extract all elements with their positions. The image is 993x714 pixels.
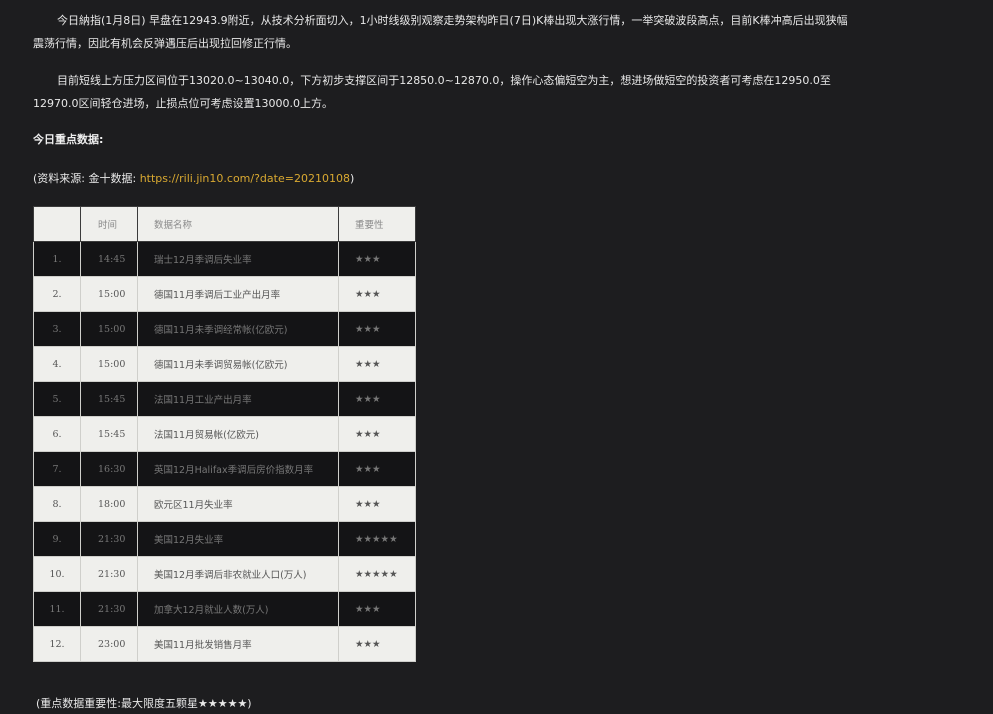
- row-time: 23:00: [80, 626, 138, 662]
- header-importance: 重要性: [338, 206, 416, 242]
- row-number: 9.: [33, 521, 81, 557]
- table-row: 11. 21:30 加拿大12月就业人数(万人) ★★★: [33, 591, 416, 627]
- row-time: 15:00: [80, 311, 138, 347]
- row-data-name: 德国11月季调后工业产出月率: [137, 276, 339, 312]
- analysis-paragraph-1: 今日納指(1月8日) 早盘在12943.9附近，从技术分析面切入，1小时线级别观…: [33, 9, 853, 55]
- row-importance-stars: ★★★: [338, 241, 416, 277]
- row-data-name: 欧元区11月失业率: [137, 486, 339, 522]
- row-data-name: 美国12月季调后非农就业人口(万人): [137, 556, 339, 592]
- paragraph-2-text: 目前短线上方压力区间位于13020.0~13040.0，下方初步支撑区间于128…: [33, 74, 831, 110]
- row-number: 10.: [33, 556, 81, 592]
- row-data-name: 瑞士12月季调后失业率: [137, 241, 339, 277]
- row-importance-stars: ★★★: [338, 381, 416, 417]
- table-row: 12. 23:00 美国11月批发销售月率 ★★★: [33, 626, 416, 662]
- table-row: 5. 15:45 法国11月工业产出月率 ★★★: [33, 381, 416, 417]
- header-number: [33, 206, 81, 242]
- row-importance-stars: ★★★: [338, 591, 416, 627]
- row-time: 21:30: [80, 556, 138, 592]
- header-time: 时间: [80, 206, 138, 242]
- paragraph-1-text: 今日納指(1月8日) 早盘在12943.9附近，从技术分析面切入，1小时线级别观…: [33, 14, 848, 50]
- key-data-table: 时间 数据名称 重要性 1. 14:45 瑞士12月季调后失业率 ★★★ 2. …: [33, 206, 416, 662]
- source-suffix: ): [349, 172, 355, 185]
- row-data-name: 美国12月失业率: [137, 521, 339, 557]
- row-importance-stars: ★★★: [338, 626, 416, 662]
- key-data-heading: 今日重点数据:: [33, 133, 104, 146]
- row-data-name: 德国11月未季调贸易帐(亿欧元): [137, 346, 339, 382]
- table-row: 1. 14:45 瑞士12月季调后失业率 ★★★: [33, 241, 416, 277]
- row-importance-stars: ★★★: [338, 346, 416, 382]
- row-importance-stars: ★★★: [338, 416, 416, 452]
- table-row: 2. 15:00 德国11月季调后工业产出月率 ★★★: [33, 276, 416, 312]
- row-number: 6.: [33, 416, 81, 452]
- row-importance-stars: ★★★: [338, 486, 416, 522]
- row-importance-stars: ★★★: [338, 451, 416, 487]
- data-source-line: (资料来源: 金十数据: https://rili.jin10.com/?dat…: [33, 170, 354, 186]
- row-time: 21:30: [80, 521, 138, 557]
- row-time: 15:45: [80, 381, 138, 417]
- row-time: 16:30: [80, 451, 138, 487]
- table-header-row: 时间 数据名称 重要性: [33, 206, 416, 242]
- importance-footnote: (重点数据重要性:最大限度五颗星★★★★★): [36, 697, 252, 710]
- table-row: 3. 15:00 德国11月未季调经常帐(亿欧元) ★★★: [33, 311, 416, 347]
- row-importance-stars: ★★★: [338, 311, 416, 347]
- row-number: 12.: [33, 626, 81, 662]
- row-data-name: 英国12月Halifax季调后房价指数月率: [137, 451, 339, 487]
- row-time: 21:30: [80, 591, 138, 627]
- row-importance-stars: ★★★★★: [338, 556, 416, 592]
- table-row: 4. 15:00 德国11月未季调贸易帐(亿欧元) ★★★: [33, 346, 416, 382]
- article-body: 今日納指(1月8日) 早盘在12943.9附近，从技术分析面切入，1小时线级别观…: [0, 0, 993, 714]
- row-number: 7.: [33, 451, 81, 487]
- table-row: 7. 16:30 英国12月Halifax季调后房价指数月率 ★★★: [33, 451, 416, 487]
- row-number: 2.: [33, 276, 81, 312]
- analysis-paragraph-2: 目前短线上方压力区间位于13020.0~13040.0，下方初步支撑区间于128…: [33, 69, 853, 115]
- row-data-name: 法国11月贸易帐(亿欧元): [137, 416, 339, 452]
- table-row: 8. 18:00 欧元区11月失业率 ★★★: [33, 486, 416, 522]
- row-time: 15:00: [80, 346, 138, 382]
- row-number: 4.: [33, 346, 81, 382]
- row-number: 11.: [33, 591, 81, 627]
- row-number: 8.: [33, 486, 81, 522]
- row-time: 15:45: [80, 416, 138, 452]
- row-importance-stars: ★★★: [338, 276, 416, 312]
- row-number: 1.: [33, 241, 81, 277]
- row-data-name: 加拿大12月就业人数(万人): [137, 591, 339, 627]
- source-prefix: (资料来源: 金十数据:: [33, 172, 140, 185]
- row-time: 14:45: [80, 241, 138, 277]
- table-row: 10. 21:30 美国12月季调后非农就业人口(万人) ★★★★★: [33, 556, 416, 592]
- row-data-name: 法国11月工业产出月率: [137, 381, 339, 417]
- row-number: 5.: [33, 381, 81, 417]
- source-link[interactable]: https://rili.jin10.com/?date=20210108: [140, 172, 350, 185]
- table-row: 9. 21:30 美国12月失业率 ★★★★★: [33, 521, 416, 557]
- row-number: 3.: [33, 311, 81, 347]
- table-row: 6. 15:45 法国11月贸易帐(亿欧元) ★★★: [33, 416, 416, 452]
- header-data-name: 数据名称: [137, 206, 339, 242]
- row-data-name: 美国11月批发销售月率: [137, 626, 339, 662]
- row-data-name: 德国11月未季调经常帐(亿欧元): [137, 311, 339, 347]
- row-importance-stars: ★★★★★: [338, 521, 416, 557]
- row-time: 15:00: [80, 276, 138, 312]
- row-time: 18:00: [80, 486, 138, 522]
